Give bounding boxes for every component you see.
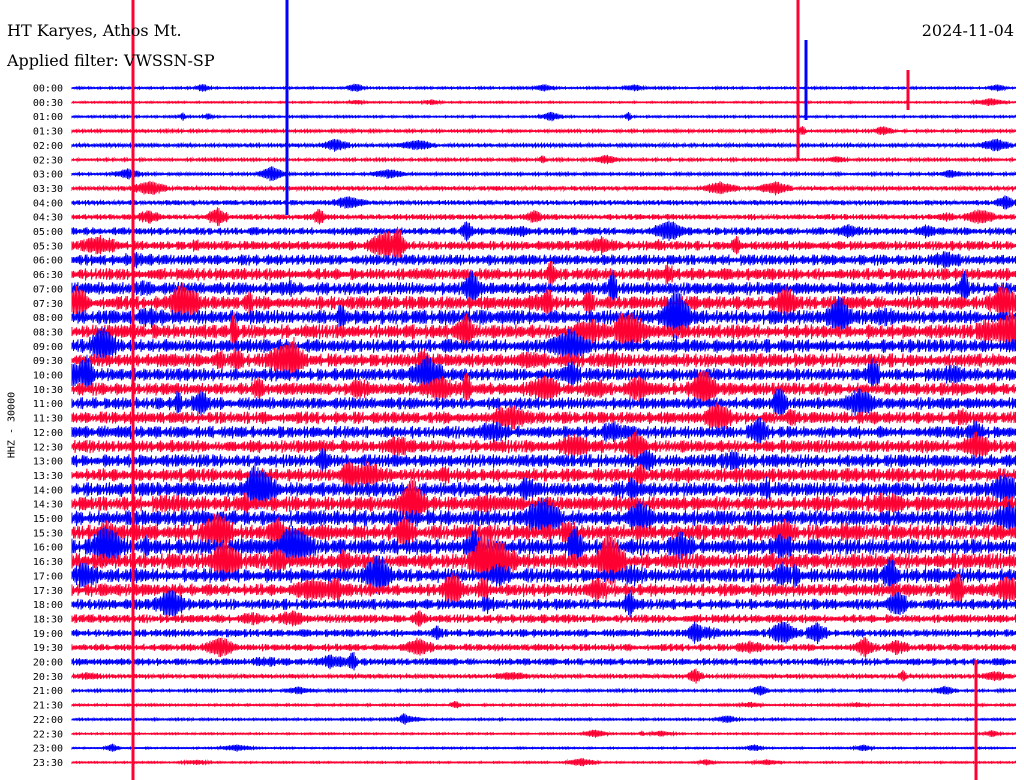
row-label: 18:00 bbox=[33, 600, 63, 611]
row-label: 23:00 bbox=[33, 744, 63, 755]
trace-line bbox=[71, 195, 1016, 210]
row-label: 14:00 bbox=[33, 485, 63, 496]
trace-line bbox=[71, 98, 1016, 106]
row-label: 18:30 bbox=[33, 614, 63, 625]
row-label: 07:30 bbox=[33, 299, 63, 310]
trace-line bbox=[71, 758, 1016, 767]
trace-line bbox=[71, 180, 1016, 196]
trace-line bbox=[71, 589, 1016, 618]
trace-line bbox=[71, 610, 1016, 627]
row-label: 21:00 bbox=[33, 686, 63, 697]
trace-line bbox=[71, 166, 1016, 182]
row-label: 17:00 bbox=[33, 571, 63, 582]
row-label: 10:00 bbox=[33, 371, 63, 382]
row-label: 15:30 bbox=[33, 528, 63, 539]
row-label: 01:30 bbox=[33, 127, 63, 138]
trace-line bbox=[71, 260, 1016, 286]
row-label: 20:30 bbox=[33, 672, 63, 683]
trace-line bbox=[71, 220, 1016, 242]
trace-line bbox=[71, 685, 1016, 696]
seismogram-plot: 00:00 00:30 01:00 01:30 02:00 02:30 03:00 03:30… bbox=[33, 0, 1016, 780]
row-label: 19:00 bbox=[33, 629, 63, 640]
row-label: 14:30 bbox=[33, 500, 63, 511]
trace-line bbox=[71, 448, 1016, 472]
trace-line bbox=[71, 154, 1016, 165]
row-label: 17:30 bbox=[33, 586, 63, 597]
row-label: 09:30 bbox=[33, 356, 63, 367]
date-label: 2024-11-04 bbox=[921, 21, 1014, 40]
trace-line bbox=[71, 637, 1016, 658]
row-label: 20:00 bbox=[33, 658, 63, 669]
row-label: 19:30 bbox=[33, 643, 63, 654]
row-label: 15:00 bbox=[33, 514, 63, 525]
trace-line bbox=[71, 621, 1016, 645]
row-label: 05:00 bbox=[33, 227, 63, 238]
channel-label: HHZ - 30000 bbox=[6, 391, 18, 459]
row-label: 08:30 bbox=[33, 327, 63, 338]
trace-line bbox=[71, 729, 1016, 738]
row-label: 06:30 bbox=[33, 270, 63, 281]
row-label: 02:00 bbox=[33, 141, 63, 152]
row-label: 01:00 bbox=[33, 112, 63, 123]
row-label: 16:30 bbox=[33, 557, 63, 568]
row-label: 00:00 bbox=[33, 84, 63, 95]
row-label: 10:30 bbox=[33, 385, 63, 396]
trace-line bbox=[71, 700, 1016, 709]
row-label: 09:00 bbox=[33, 342, 63, 353]
row-label: 05:30 bbox=[33, 241, 63, 252]
trace-line bbox=[71, 83, 1016, 92]
row-label: 04:00 bbox=[33, 198, 63, 209]
row-label: 22:00 bbox=[33, 715, 63, 726]
trace-line bbox=[71, 138, 1016, 152]
row-label: 00:30 bbox=[33, 98, 63, 109]
row-label: 12:00 bbox=[33, 428, 63, 439]
row-label: 08:00 bbox=[33, 313, 63, 324]
row-label: 21:30 bbox=[33, 701, 63, 712]
row-label: 22:30 bbox=[33, 729, 63, 740]
trace-line bbox=[71, 251, 1016, 269]
station-title: HT Karyes, Athos Mt. bbox=[7, 21, 182, 40]
row-label: 04:30 bbox=[33, 213, 63, 224]
row-label: 16:00 bbox=[33, 543, 63, 554]
row-label: 02:30 bbox=[33, 155, 63, 166]
filter-label: Applied filter: VWSSN-SP bbox=[7, 51, 215, 70]
row-label: 06:00 bbox=[33, 256, 63, 267]
row-label: 12:30 bbox=[33, 442, 63, 453]
trace-line bbox=[71, 743, 1016, 752]
trace-line bbox=[71, 207, 1016, 227]
row-label: 11:00 bbox=[33, 399, 63, 410]
row-label: 13:00 bbox=[33, 457, 63, 468]
row-label: 03:30 bbox=[33, 184, 63, 195]
row-label: 07:00 bbox=[33, 284, 63, 295]
row-label: 11:30 bbox=[33, 414, 63, 425]
trace-line bbox=[71, 111, 1016, 122]
row-label: 03:00 bbox=[33, 170, 63, 181]
row-label: 13:30 bbox=[33, 471, 63, 482]
row-label: 23:30 bbox=[33, 758, 63, 769]
